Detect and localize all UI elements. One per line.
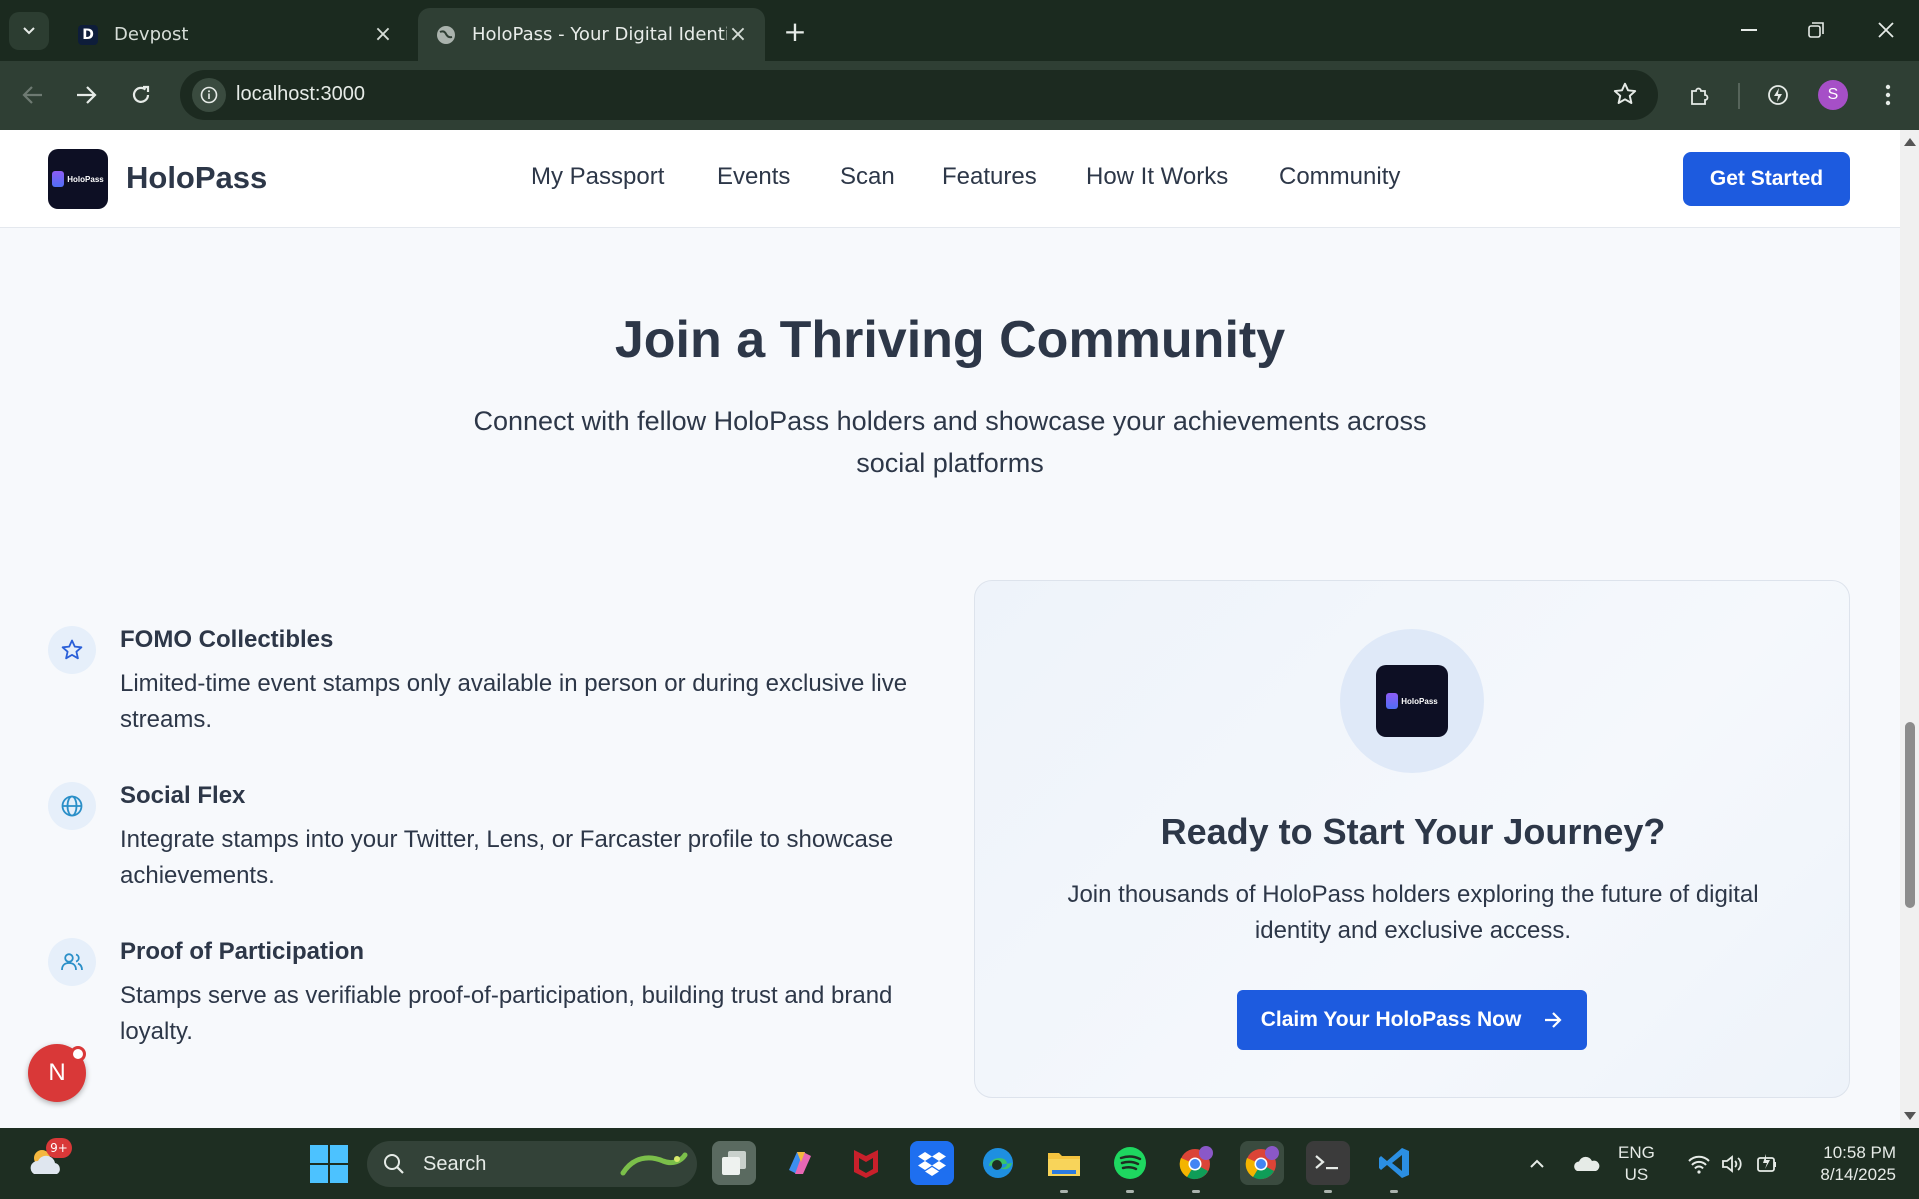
get-started-button[interactable]: Get Started bbox=[1683, 152, 1850, 206]
profile-avatar[interactable]: S bbox=[1818, 80, 1848, 110]
site-header: HoloPass HoloPass My Passport Events Sca… bbox=[0, 130, 1900, 228]
terminal-icon[interactable] bbox=[1306, 1141, 1350, 1193]
edge-icon[interactable] bbox=[976, 1141, 1020, 1185]
feature-description: Integrate stamps into your Twitter, Lens… bbox=[120, 826, 894, 889]
passport-icon bbox=[1386, 693, 1399, 709]
close-tab-icon[interactable]: × bbox=[372, 22, 394, 47]
browser-tab-bar: D Devpost × HoloPass - Your Digital Iden… bbox=[0, 0, 1919, 61]
globe-icon bbox=[48, 782, 96, 830]
cta-card: HoloPass Ready to Start Your Journey? Jo… bbox=[974, 580, 1850, 1098]
nav-how-it-works[interactable]: How It Works bbox=[1086, 163, 1228, 191]
claim-button-label: Claim Your HoloPass Now bbox=[1260, 1008, 1522, 1031]
section-title: Join a Thriving Community bbox=[614, 311, 1286, 369]
logo-text: HoloPass bbox=[67, 174, 104, 184]
windows-start-icon[interactable] bbox=[310, 1145, 348, 1183]
page-scrollbar[interactable] bbox=[1900, 130, 1919, 1128]
search-icon bbox=[384, 1154, 404, 1174]
star-icon bbox=[48, 626, 96, 674]
search-placeholder: Search bbox=[423, 1153, 487, 1175]
page-viewport: HoloPass HoloPass My Passport Events Sca… bbox=[0, 130, 1900, 1128]
reload-icon bbox=[132, 85, 150, 103]
nav-my-passport[interactable]: My Passport bbox=[531, 163, 664, 191]
taskbar-search[interactable]: Search bbox=[367, 1141, 697, 1187]
feature-title: Proof of Participation bbox=[120, 938, 365, 965]
clock-time: 10:58 PM bbox=[1823, 1143, 1896, 1162]
devpost-favicon-icon: D bbox=[78, 24, 98, 45]
copilot-icon[interactable] bbox=[778, 1141, 822, 1185]
weather-badge: 9+ bbox=[46, 1138, 72, 1158]
section-subtitle: Connect with fellow HoloPass holders and… bbox=[473, 406, 1427, 478]
brand-name[interactable]: HoloPass bbox=[126, 160, 267, 196]
language-code: ENG bbox=[1618, 1143, 1655, 1162]
url-text: localhost:3000 bbox=[236, 83, 365, 105]
nav-events[interactable]: Events bbox=[717, 163, 790, 191]
minimize-icon[interactable] bbox=[1727, 10, 1771, 50]
tab-holopass[interactable]: HoloPass - Your Digital Identity × bbox=[418, 8, 765, 61]
logo-text: HoloPass bbox=[1401, 696, 1438, 706]
chrome-profile-icon[interactable] bbox=[1174, 1141, 1218, 1193]
performance-icon[interactable] bbox=[1757, 74, 1799, 116]
onedrive-icon[interactable] bbox=[1569, 1128, 1603, 1199]
chevron-up-icon[interactable] bbox=[1522, 1128, 1552, 1199]
tab-search-button[interactable] bbox=[9, 12, 49, 50]
tab-devpost[interactable]: D Devpost × bbox=[60, 8, 410, 61]
globe-icon bbox=[436, 25, 456, 45]
nav-scan[interactable]: Scan bbox=[840, 163, 895, 191]
card-avatar: HoloPass bbox=[1340, 629, 1484, 773]
restore-icon[interactable] bbox=[1794, 10, 1838, 50]
task-view-icon[interactable] bbox=[712, 1141, 756, 1185]
volume-icon[interactable] bbox=[1717, 1128, 1749, 1199]
notification-dot bbox=[70, 1046, 86, 1062]
close-tab-icon[interactable]: × bbox=[727, 22, 749, 47]
language-indicator[interactable]: ENG US bbox=[1618, 1142, 1655, 1186]
dropbox-icon[interactable] bbox=[910, 1141, 954, 1185]
vscode-icon[interactable] bbox=[1372, 1141, 1416, 1193]
scrollbar-thumb[interactable] bbox=[1905, 722, 1915, 908]
bookmark-star-icon[interactable] bbox=[1612, 81, 1638, 111]
site-info-icon[interactable] bbox=[192, 78, 226, 112]
holopass-logo[interactable]: HoloPass bbox=[48, 149, 108, 209]
card-title: Ready to Start Your Journey? bbox=[1160, 811, 1666, 852]
feature-description: Stamps serve as verifiable proof-of-part… bbox=[120, 982, 893, 1045]
arrow-left-icon bbox=[22, 86, 42, 104]
forward-button[interactable] bbox=[65, 74, 107, 116]
arrow-right-icon bbox=[77, 86, 97, 104]
extensions-icon[interactable] bbox=[1679, 74, 1721, 116]
browser-toolbar: localhost:3000 bbox=[0, 61, 1919, 130]
new-tab-button[interactable]: + bbox=[778, 14, 812, 48]
scroll-up-icon[interactable] bbox=[1904, 138, 1916, 146]
feature-title: Social Flex bbox=[120, 782, 246, 809]
close-window-icon[interactable] bbox=[1864, 10, 1908, 50]
system-clock[interactable]: 10:58 PM 8/14/2025 bbox=[1796, 1142, 1896, 1186]
users-icon bbox=[48, 938, 96, 986]
browser-menu-icon[interactable] bbox=[1867, 74, 1909, 116]
feature-description: Limited-time event stamps only available… bbox=[120, 670, 908, 733]
file-explorer-icon[interactable] bbox=[1042, 1141, 1086, 1193]
chrome-active-icon[interactable] bbox=[1240, 1141, 1284, 1185]
battery-icon[interactable] bbox=[1751, 1128, 1783, 1199]
windows-taskbar: 9+ Search ENG US 10:58 PM 8/14/2025 bbox=[0, 1128, 1919, 1199]
tab-title: Devpost bbox=[114, 24, 189, 45]
claim-holopass-button[interactable]: Claim Your HoloPass Now bbox=[1237, 990, 1587, 1050]
chevron-down-icon bbox=[23, 27, 35, 35]
passport-icon bbox=[52, 171, 65, 187]
mcafee-icon[interactable] bbox=[844, 1141, 888, 1185]
back-button[interactable] bbox=[12, 74, 54, 116]
tab-title: HoloPass - Your Digital Identity bbox=[472, 24, 727, 45]
clock-date: 8/14/2025 bbox=[1820, 1165, 1896, 1184]
spotify-icon[interactable] bbox=[1108, 1141, 1152, 1193]
nav-features[interactable]: Features bbox=[942, 163, 1037, 191]
card-description: Join thousands of HoloPass holders explo… bbox=[1067, 881, 1759, 944]
search-highlight-icon bbox=[620, 1152, 688, 1176]
region-code: US bbox=[1624, 1165, 1649, 1184]
holopass-logo: HoloPass bbox=[1376, 665, 1448, 737]
wifi-icon[interactable] bbox=[1683, 1128, 1715, 1199]
nav-community[interactable]: Community bbox=[1279, 163, 1400, 191]
scroll-down-icon[interactable] bbox=[1904, 1112, 1916, 1120]
toolbar-divider bbox=[1738, 83, 1740, 109]
feature-title: FOMO Collectibles bbox=[120, 626, 334, 653]
reload-button[interactable] bbox=[120, 74, 162, 116]
arrow-right-icon bbox=[1543, 1011, 1563, 1029]
address-bar[interactable]: localhost:3000 bbox=[180, 70, 1658, 120]
